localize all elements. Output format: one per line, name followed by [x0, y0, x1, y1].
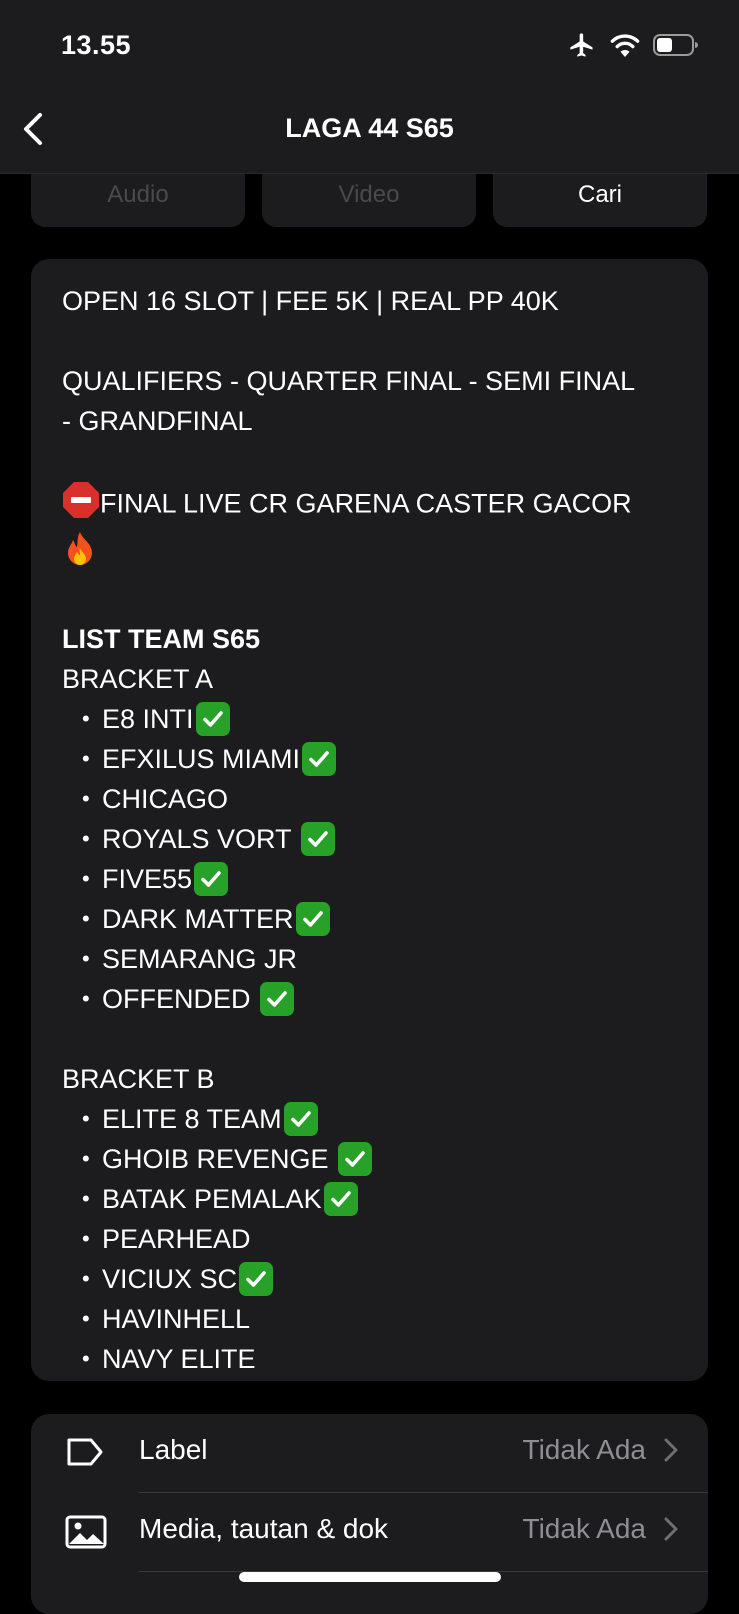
team-name: PEARHEAD	[102, 1224, 251, 1254]
team-name: FIVE55	[102, 864, 193, 894]
home-indicator[interactable]	[239, 1572, 501, 1582]
team-name: CHICAGO	[102, 784, 229, 814]
team-item: • CHICAGO	[62, 779, 702, 819]
media-tabs: Audio Video Cari	[31, 174, 708, 227]
nav-bar: LAGA 44 S65	[0, 95, 739, 174]
team-item: • PEARHEAD	[62, 1219, 702, 1259]
team-item: • NAVY ELITE	[62, 1339, 702, 1379]
bullet: •	[82, 986, 90, 1011]
description-line: OPEN 16 SLOT | FEE 5K | REAL PP 40K	[62, 286, 559, 316]
fire-line	[62, 530, 702, 579]
team-item: • HAVINHELL	[62, 1299, 702, 1339]
team-name: GHOIB REVENGE	[102, 1144, 337, 1174]
description-line: - GRANDFINAL	[62, 406, 253, 436]
battery-icon	[653, 33, 699, 62]
bracket-b-title: BRACKET B	[62, 1064, 215, 1094]
status-time: 13.55	[61, 30, 132, 60]
team-name: ROYALS VORT	[102, 824, 299, 854]
team-name: BATAK PEMALAK	[102, 1184, 322, 1214]
description-card: OPEN 16 SLOT | FEE 5K | REAL PP 40K QUAL…	[31, 259, 708, 1381]
check-mark-icon	[239, 1262, 274, 1296]
check-mark-icon	[194, 862, 229, 896]
final-live-line: FINAL LIVE CR GARENA CASTER GACOR	[62, 481, 702, 530]
team-item: • BATAK PEMALAK	[62, 1179, 702, 1219]
bullet: •	[82, 1146, 90, 1171]
airplane-icon	[567, 31, 597, 64]
description-line: QUALIFIERS - QUARTER FINAL - SEMI FINAL	[62, 366, 636, 396]
row-label: Label	[139, 1434, 208, 1465]
tag-icon	[65, 1436, 107, 1472]
team-item: • FIVE55	[62, 859, 702, 899]
bullet: •	[82, 1306, 90, 1331]
chevron-right-icon	[664, 1517, 678, 1546]
team-name: SEMARANG JR	[102, 944, 298, 974]
bullet: •	[82, 746, 90, 771]
bullet: •	[82, 1346, 90, 1371]
row-label: Media, tautan & dok	[139, 1513, 389, 1544]
bullet: •	[82, 1226, 90, 1251]
bullet: •	[82, 946, 90, 971]
team-item: • SEMARANG JR	[62, 939, 702, 979]
check-mark-icon	[323, 1182, 358, 1216]
final-live-text: FINAL LIVE CR GARENA CASTER GACOR	[100, 488, 632, 519]
bracket-b-list: • ELITE 8 TEAM • GHOIB REVENGE • BATAK PEMAL…	[62, 1099, 702, 1379]
wifi-icon	[609, 32, 641, 63]
page-title: LAGA 44 S65	[285, 113, 454, 143]
stop-sign-icon	[62, 481, 100, 530]
team-item: • OFFENDED	[62, 979, 702, 1019]
bullet: •	[82, 826, 90, 851]
bullet: •	[82, 1186, 90, 1211]
team-item: • ELITE 8 TEAM	[62, 1099, 702, 1139]
team-name: E8 INTI	[102, 704, 194, 734]
label-row[interactable]: Label Tidak Ada	[31, 1414, 708, 1492]
check-mark-icon	[295, 902, 330, 936]
image-icon	[65, 1515, 107, 1551]
list-title: LIST TEAM S65	[62, 624, 261, 654]
team-name: VICIUX SC	[102, 1264, 238, 1294]
check-mark-icon	[260, 982, 295, 1016]
check-mark-icon	[195, 702, 230, 736]
bullet: •	[82, 906, 90, 931]
team-item: • EFXILUS MIAMI	[62, 739, 702, 779]
tab-video[interactable]: Video	[262, 174, 476, 227]
team-name: EFXILUS MIAMI	[102, 744, 301, 774]
description-text: OPEN 16 SLOT | FEE 5K | REAL PP 40K QUAL…	[62, 281, 702, 1379]
team-name: HAVINHELL	[102, 1304, 251, 1334]
row-value: Tidak Ada	[522, 1513, 646, 1544]
team-item: • GHOIB REVENGE	[62, 1139, 702, 1179]
status-bar: 13.55	[0, 0, 739, 95]
media-row[interactable]: Media, tautan & dok Tidak Ada	[31, 1493, 708, 1571]
team-name: DARK MATTER	[102, 904, 294, 934]
team-item: • VICIUX SC	[62, 1259, 702, 1299]
status-icons	[567, 32, 699, 62]
tab-search[interactable]: Cari	[493, 174, 707, 227]
info-card: Label Tidak Ada Media, tautan & dok Tida…	[31, 1414, 708, 1614]
bullet: •	[82, 1266, 90, 1291]
bullet: •	[82, 786, 90, 811]
team-name: ELITE 8 TEAM	[102, 1104, 282, 1134]
tab-audio[interactable]: Audio	[31, 174, 245, 227]
chevron-right-icon	[664, 1438, 678, 1467]
check-mark-icon	[283, 1102, 318, 1136]
check-mark-icon	[300, 822, 335, 856]
check-mark-icon	[302, 742, 337, 776]
bracket-a-list: • E8 INTI • EFXILUS MIAMI • CHICAGO • ROYALS VO…	[62, 699, 702, 1019]
row-value: Tidak Ada	[522, 1434, 646, 1465]
fire-icon	[62, 530, 98, 579]
bullet: •	[82, 866, 90, 891]
team-name: OFFENDED	[102, 984, 259, 1014]
bullet: •	[82, 706, 90, 731]
team-name: NAVY ELITE	[102, 1344, 256, 1374]
check-mark-icon	[338, 1142, 373, 1176]
bullet: •	[82, 1106, 90, 1131]
bracket-a-title: BRACKET A	[62, 664, 214, 694]
team-item: • ROYALS VORT	[62, 819, 702, 859]
team-item: • E8 INTI	[62, 699, 702, 739]
team-item: • DARK MATTER	[62, 899, 702, 939]
